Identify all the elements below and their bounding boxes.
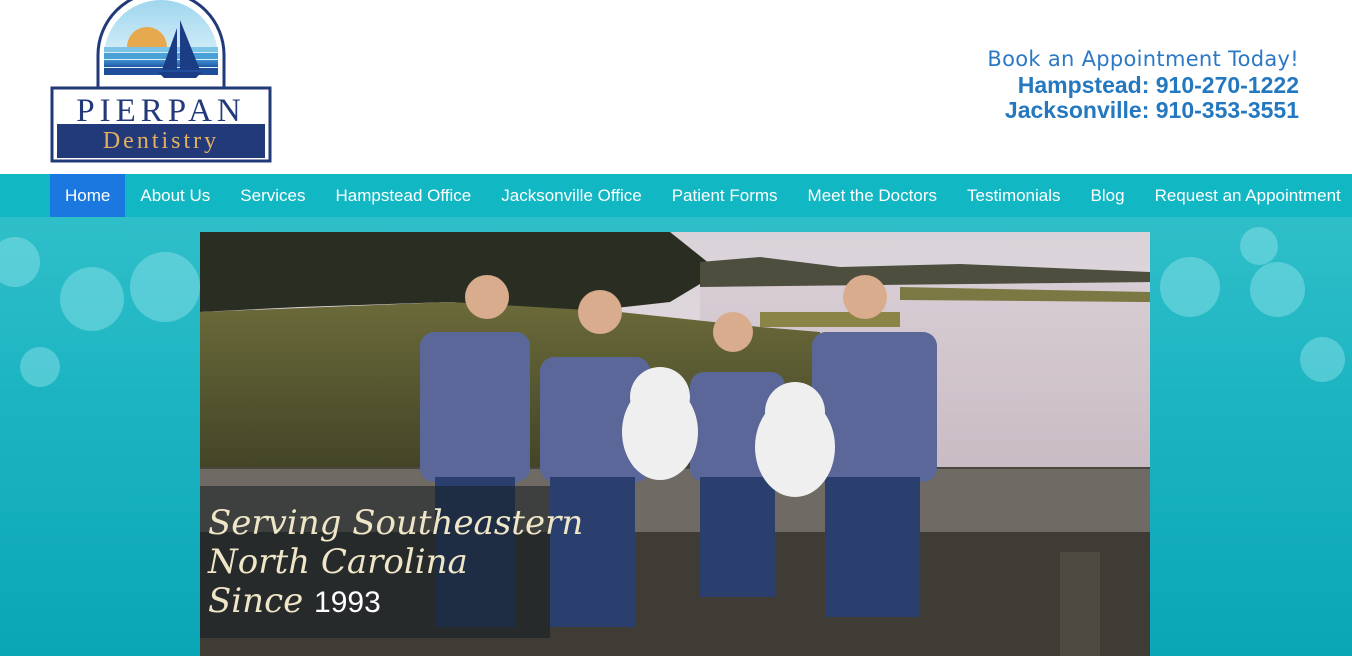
tagline-line-1: Serving Southeastern — [208, 503, 584, 543]
nav-item-meet-the-doctors[interactable]: Meet the Doctors — [793, 174, 952, 217]
nav-item-testimonials[interactable]: Testimonials — [952, 174, 1076, 217]
jacksonville-label: Jacksonville: — [1004, 97, 1150, 123]
bokeh-circle — [1160, 257, 1220, 317]
hampstead-phone[interactable]: Hampstead: 910-270-1222 — [987, 73, 1299, 98]
logo-subtitle: Dentistry — [102, 128, 220, 154]
nav-item-patient-forms[interactable]: Patient Forms — [657, 174, 793, 217]
nav-item-jacksonville-office[interactable]: Jacksonville Office — [486, 174, 656, 217]
bokeh-circle — [1250, 262, 1305, 317]
site-header: PIERPAN Dentistry Book an Appointment To… — [0, 0, 1352, 174]
tagline-line-3: Since 1993 — [208, 582, 381, 622]
logo-wordmark: PIERPAN — [76, 93, 246, 129]
jacksonville-phone[interactable]: Jacksonville: 910-353-3551 — [987, 98, 1299, 123]
nav-item-about-us[interactable]: About Us — [125, 174, 225, 217]
bokeh-circle — [0, 237, 40, 287]
nav-item-home[interactable]: Home — [50, 174, 126, 217]
hampstead-number[interactable]: 910-270-1222 — [1156, 72, 1299, 98]
tagline-since-year: 1993 — [314, 586, 381, 619]
tagline-line-2: North Carolina — [208, 542, 468, 582]
nav-item-services[interactable]: Services — [225, 174, 320, 217]
contact-block: Book an Appointment Today! Hampstead: 91… — [987, 46, 1299, 123]
bokeh-circle — [1240, 227, 1278, 265]
bokeh-circle — [20, 347, 60, 387]
hero-tagline: Serving Southeastern North Carolina Sinc… — [200, 486, 583, 638]
nav-item-hampstead-office[interactable]: Hampstead Office — [320, 174, 486, 217]
main-nav: Home About Us Services Hampstead Office … — [0, 174, 1352, 217]
bokeh-circle — [1300, 337, 1345, 382]
bokeh-circle — [130, 252, 200, 322]
jacksonville-number[interactable]: 910-353-3551 — [1156, 97, 1299, 123]
tagline-since-word: Since — [208, 581, 304, 621]
book-appointment-text[interactable]: Book an Appointment Today! — [987, 46, 1299, 73]
nav-item-blog[interactable]: Blog — [1076, 174, 1140, 217]
nav-item-request-appointment[interactable]: Request an Appointment — [1140, 174, 1352, 217]
hampstead-label: Hampstead: — [1017, 72, 1150, 98]
bokeh-circle — [60, 267, 124, 331]
